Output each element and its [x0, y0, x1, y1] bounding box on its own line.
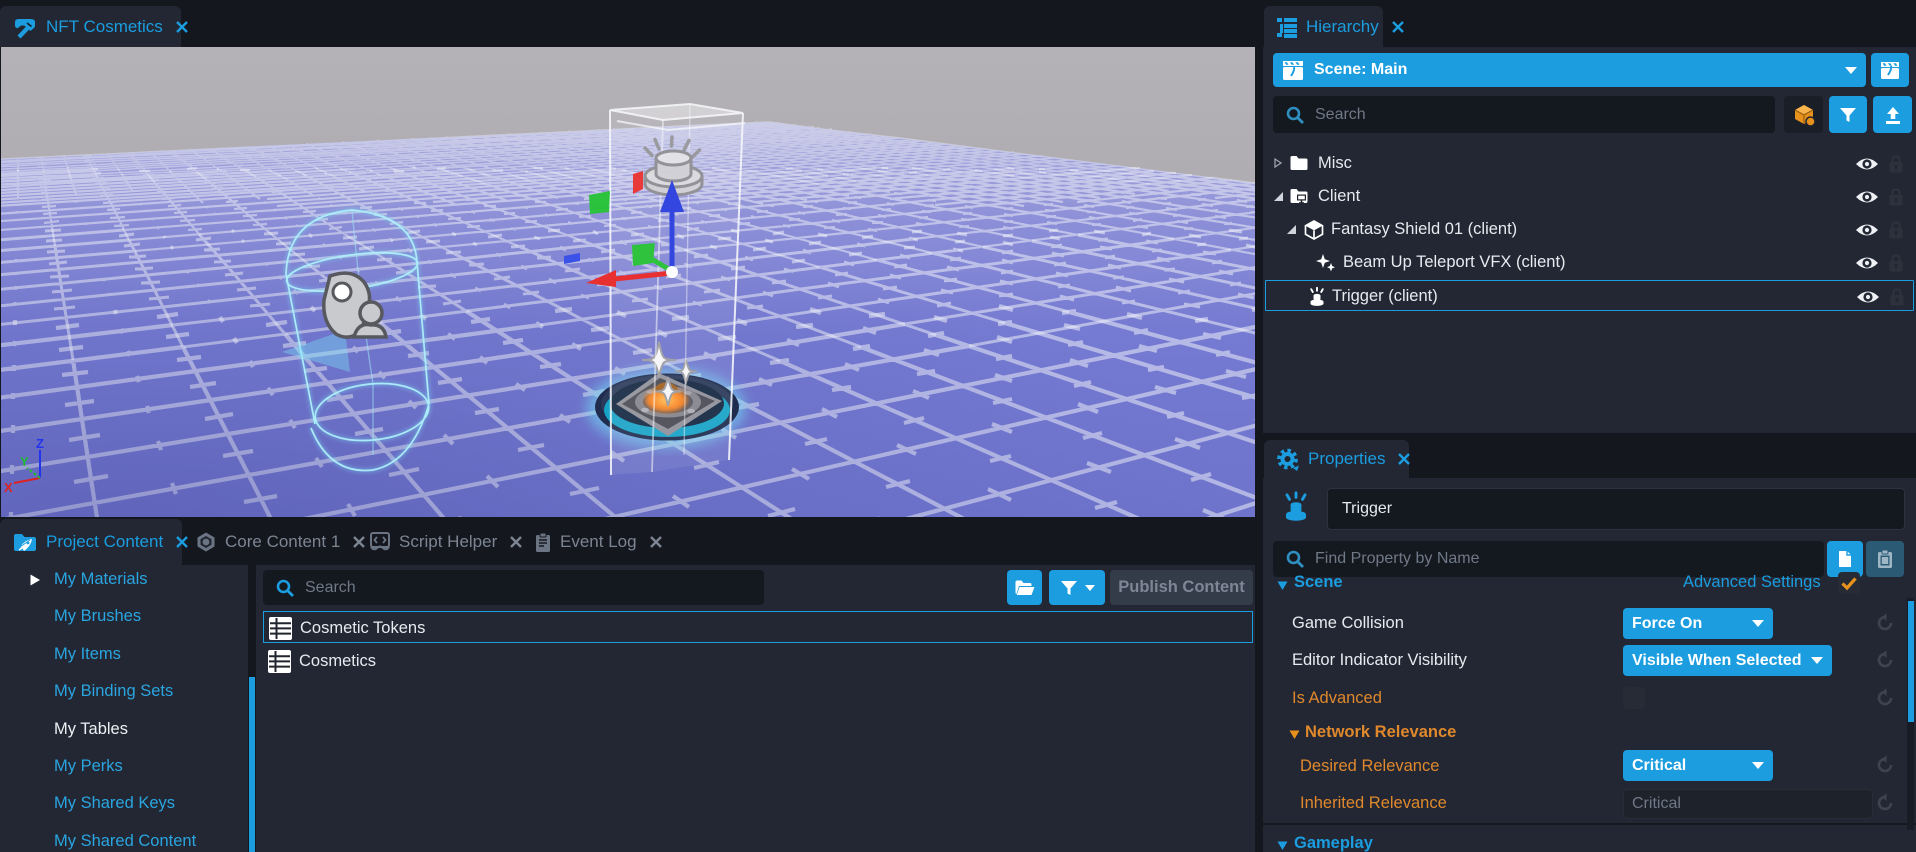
svg-text:X: X: [4, 480, 13, 495]
svg-text:Z: Z: [36, 436, 44, 451]
svg-text:Y: Y: [20, 454, 29, 469]
